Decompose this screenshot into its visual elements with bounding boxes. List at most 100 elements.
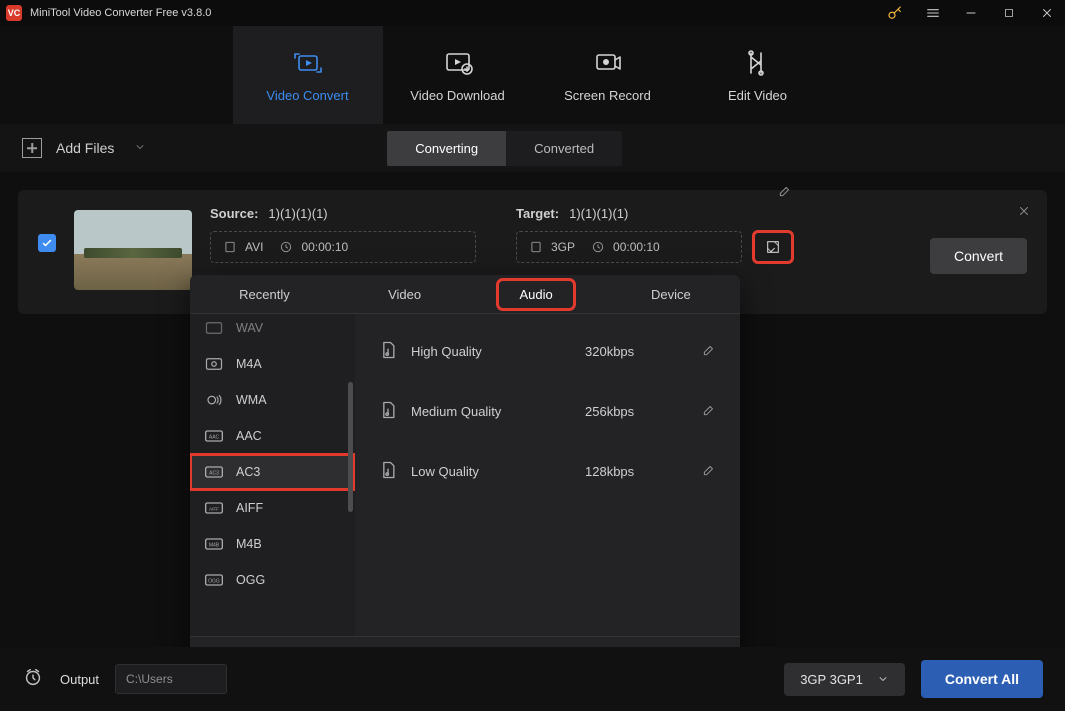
format-item-wav[interactable]: WAV [190, 314, 355, 346]
record-icon [592, 48, 624, 78]
convert-icon [292, 48, 324, 78]
source-format: AVI [223, 240, 263, 254]
svg-text:AIFF: AIFF [209, 507, 219, 512]
format-label: AC3 [236, 465, 260, 479]
file-checkbox[interactable] [38, 234, 56, 252]
target-format-picker-button[interactable] [754, 232, 792, 262]
upgrade-key-icon[interactable] [883, 1, 907, 25]
tab-screen-record[interactable]: Screen Record [533, 26, 683, 124]
audio-file-icon [379, 400, 397, 423]
toolbar: Add Files Converting Converted [0, 124, 1065, 172]
seg-converting[interactable]: Converting [387, 131, 506, 166]
format-icon: M4B [204, 536, 224, 552]
output-path-field[interactable]: C:\Users [115, 664, 227, 694]
target-duration: 00:00:10 [591, 240, 660, 254]
chevron-down-icon[interactable] [134, 140, 146, 156]
source-info-box: AVI 00:00:10 [210, 231, 476, 263]
target-label: Target: [516, 206, 559, 221]
quality-item-medium[interactable]: Medium Quality 256kbps [355, 382, 740, 442]
picker-tab-audio[interactable]: Audio [499, 281, 572, 308]
quality-label: Medium Quality [411, 404, 571, 419]
quality-edit-button[interactable] [702, 403, 716, 420]
format-label: AAC [236, 429, 262, 443]
quality-label: High Quality [411, 344, 571, 359]
picker-tabs: Recently Video Audio Device [190, 275, 740, 314]
remove-file-button[interactable] [1017, 204, 1031, 223]
format-item-aiff[interactable]: AIFF AIFF [190, 490, 355, 526]
format-item-aac[interactable]: AAC AAC [190, 418, 355, 454]
quality-item-high[interactable]: High Quality 320kbps [355, 322, 740, 382]
preset-label: 3GP 3GP1 [800, 672, 863, 687]
format-item-ac3[interactable]: AC3 AC3 [190, 454, 355, 490]
format-icon: AC3 [204, 464, 224, 480]
convert-button[interactable]: Convert [930, 238, 1027, 274]
format-label: WMA [236, 393, 267, 407]
source-section: Source: 1)(1)(1)(1) AVI 00:00:10 [210, 206, 476, 263]
app-logo-icon: VC [6, 5, 22, 21]
status-segmented: Converting Converted [387, 131, 622, 166]
source-label: Source: [210, 206, 258, 221]
format-label: M4A [236, 357, 262, 371]
quality-label: Low Quality [411, 464, 571, 479]
tab-edit-video[interactable]: Edit Video [683, 26, 833, 124]
add-files-label: Add Files [56, 140, 114, 156]
format-icon [204, 356, 224, 372]
svg-text:M4B: M4B [209, 543, 220, 549]
format-icon: OGG [204, 572, 224, 588]
close-button[interactable] [1035, 1, 1059, 25]
menu-icon[interactable] [921, 1, 945, 25]
target-info-box: 3GP 00:00:10 [516, 231, 742, 263]
audio-file-icon [379, 460, 397, 483]
scrollbar[interactable] [348, 382, 353, 512]
tab-label: Screen Record [564, 88, 651, 103]
quality-item-low[interactable]: Low Quality 128kbps [355, 442, 740, 502]
format-item-m4b[interactable]: M4B M4B [190, 526, 355, 562]
add-files-button[interactable]: Add Files [22, 138, 146, 158]
tab-label: Video Download [410, 88, 504, 103]
convert-all-button[interactable]: Convert All [921, 660, 1043, 698]
quality-bitrate: 128kbps [585, 464, 665, 479]
rename-target-button[interactable] [778, 184, 792, 201]
video-thumbnail[interactable] [74, 210, 192, 290]
schedule-icon[interactable] [22, 666, 44, 693]
format-item-wma[interactable]: WMA [190, 382, 355, 418]
clock-icon [591, 240, 605, 254]
tab-label: Video Convert [266, 88, 348, 103]
source-filename: 1)(1)(1)(1) [268, 206, 327, 221]
minimize-button[interactable] [959, 1, 983, 25]
audio-file-icon [379, 340, 397, 363]
tab-label: Edit Video [728, 88, 787, 103]
file-icon [223, 240, 237, 254]
source-duration: 00:00:10 [279, 240, 348, 254]
picker-tab-video[interactable]: Video [368, 281, 441, 308]
tab-video-convert[interactable]: Video Convert [233, 26, 383, 124]
format-item-m4a[interactable]: M4A [190, 346, 355, 382]
output-preset-dropdown[interactable]: 3GP 3GP1 [784, 663, 905, 696]
tab-video-download[interactable]: Video Download [383, 26, 533, 124]
title-bar: VC MiniTool Video Converter Free v3.8.0 [0, 0, 1065, 26]
download-icon [442, 48, 474, 78]
quality-bitrate: 256kbps [585, 404, 665, 419]
add-file-icon [22, 138, 42, 158]
format-label: M4B [236, 537, 262, 551]
quality-list: High Quality 320kbps Medium Quality 256k… [355, 314, 740, 636]
maximize-button[interactable] [997, 1, 1021, 25]
quality-edit-button[interactable] [702, 343, 716, 360]
quality-bitrate: 320kbps [585, 344, 665, 359]
svg-text:OGG: OGG [208, 579, 220, 585]
format-item-ogg[interactable]: OGG OGG [190, 562, 355, 598]
format-picker-popover: Recently Video Audio Device WAV M4A WMA [190, 275, 740, 687]
quality-edit-button[interactable] [702, 463, 716, 480]
target-section: Target: 1)(1)(1)(1) 3GP [516, 206, 792, 263]
format-list[interactable]: WAV M4A WMA AAC AAC AC3 AC3 [190, 314, 355, 636]
format-icon [204, 320, 224, 336]
picker-tab-recently[interactable]: Recently [219, 281, 310, 308]
target-filename: 1)(1)(1)(1) [569, 206, 628, 221]
window-title: MiniTool Video Converter Free v3.8.0 [30, 7, 211, 19]
clock-icon [279, 240, 293, 254]
picker-tab-device[interactable]: Device [631, 281, 711, 308]
format-icon: AAC [204, 428, 224, 444]
seg-converted[interactable]: Converted [506, 131, 622, 166]
svg-text:AAC: AAC [209, 435, 220, 441]
chevron-down-icon [877, 673, 889, 685]
